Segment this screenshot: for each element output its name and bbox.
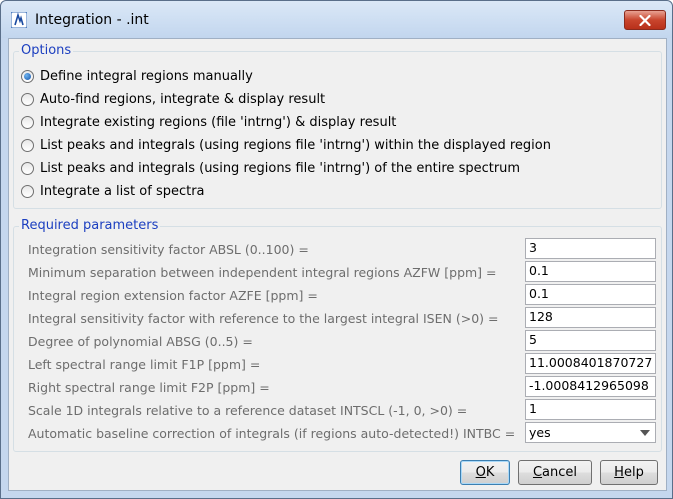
parameter-input[interactable]: 0.1 [525,284,656,305]
parameter-input[interactable]: -1.0008412965098 [525,376,656,397]
ok-button[interactable]: OK [460,460,510,485]
radio-button[interactable] [21,69,34,83]
parameter-label: Left spectral range limit F1P [ppm] = [28,357,261,372]
option-radio-row[interactable]: Integrate a list of spectra [21,181,205,201]
ok-mnemonic: O [475,465,486,480]
options-legend: Options [19,43,74,58]
help-button[interactable]: Help [600,460,658,485]
window-title: Integration - .int [35,12,149,28]
parameter-input[interactable]: 1 [525,399,656,420]
parameter-input[interactable]: 3 [525,238,656,259]
dialog-body: Options Define integral regions manually… [8,38,667,491]
option-label: List peaks and integrals (using regions … [40,160,521,176]
cancel-mnemonic: C [532,465,543,480]
topspin-app-icon [11,12,27,28]
option-radio-row[interactable]: Define integral regions manually [21,66,253,86]
close-button[interactable] [624,10,666,30]
parameter-label: Integration sensitivity factor ABSL (0..… [28,242,309,257]
parameter-label: Degree of polynomial ABSG (0..5) = [28,334,253,349]
radio-button[interactable] [21,161,34,175]
chevron-down-icon [640,430,650,436]
option-radio-row[interactable]: List peaks and integrals (using regions … [21,135,551,155]
baseline-select-value: yes [529,425,551,440]
cancel-button[interactable]: Cancel [518,460,592,485]
ok-label: K [485,465,495,480]
integration-dialog: Integration - .int Options Define integr… [0,0,673,499]
option-label: Integrate a list of spectra [40,183,205,199]
parameter-label: Minimum separation between independent i… [28,265,497,280]
parameter-input[interactable]: 0.1 [525,261,656,282]
parameter-label: Integral sensitivity factor with referen… [28,311,499,326]
parameter-input[interactable]: 11.0008401870727 [525,353,656,374]
option-label: Integrate existing regions (file 'intrng… [40,114,397,130]
option-radio-row[interactable]: Auto-find regions, integrate & display r… [21,89,325,109]
option-radio-row[interactable]: List peaks and integrals (using regions … [21,158,520,178]
close-x-icon [639,15,651,26]
option-label: List peaks and integrals (using regions … [40,137,551,153]
title-bar[interactable]: Integration - .int [1,1,672,38]
parameter-label: Integral region extension factor AZFE [p… [28,288,318,303]
baseline-label: Automatic baseline correction of integra… [28,426,516,441]
radio-button[interactable] [21,92,34,106]
parameter-input[interactable]: 128 [525,307,656,328]
cancel-label: ancel [542,465,578,480]
option-radio-row[interactable]: Integrate existing regions (file 'intrng… [21,112,396,132]
radio-button[interactable] [21,138,34,152]
baseline-select[interactable]: yes [525,422,656,443]
help-mnemonic: H [614,465,624,480]
parameter-label: Scale 1D integrals relative to a referen… [28,403,468,418]
parameters-legend: Required parameters [19,218,161,233]
parameter-input[interactable]: 5 [525,330,656,351]
radio-button[interactable] [21,115,34,129]
option-label: Auto-find regions, integrate & display r… [40,91,326,107]
help-label: elp [623,465,644,480]
option-label: Define integral regions manually [40,68,253,84]
radio-button[interactable] [21,184,34,198]
parameter-label: Right spectral range limit F2P [ppm] = [28,380,270,395]
